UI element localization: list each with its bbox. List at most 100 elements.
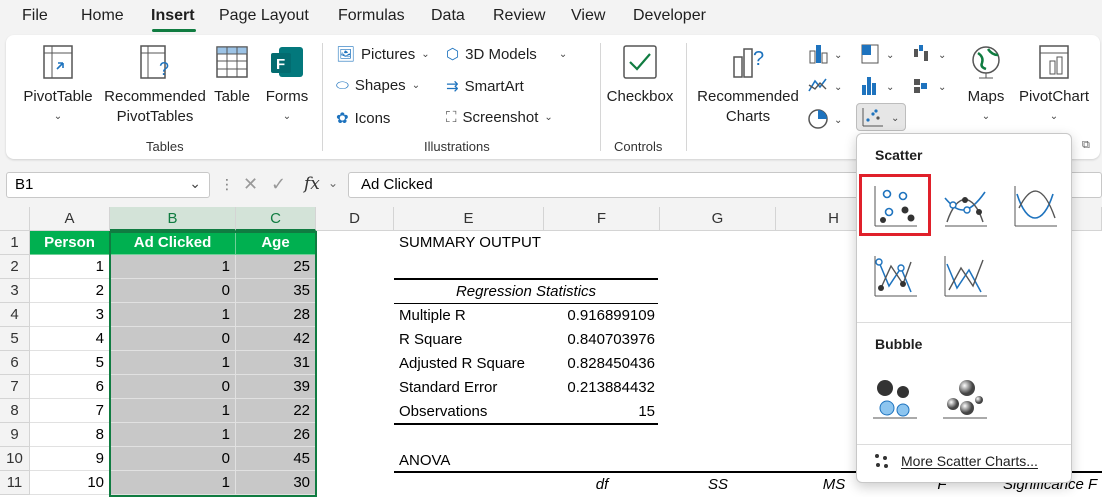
tab-review[interactable]: Review xyxy=(493,7,545,25)
tab-formulas[interactable]: Formulas xyxy=(338,7,405,25)
more-scatter-charts-link[interactable]: More Scatter Charts... xyxy=(873,452,1038,470)
row-header[interactable]: 11 xyxy=(0,471,30,495)
row-header[interactable]: 9 xyxy=(0,423,30,447)
table-cell[interactable]: 0 xyxy=(110,447,236,471)
hierarchy-chart-icon[interactable]: ⌄ xyxy=(858,43,898,65)
column-chart-icon[interactable]: ⌄ xyxy=(806,43,846,65)
table-cell[interactable]: 25 xyxy=(236,255,316,279)
table-cell[interactable]: 45 xyxy=(236,447,316,471)
scatter-straight-lines-icon[interactable] xyxy=(937,248,993,304)
stat-label[interactable]: R Square xyxy=(394,328,544,352)
column-header-e[interactable]: E xyxy=(394,207,544,231)
row-header[interactable]: 8 xyxy=(0,399,30,423)
row-header[interactable]: 7 xyxy=(0,375,30,399)
checkbox-button[interactable]: Checkbox xyxy=(606,43,674,107)
stat-label[interactable]: Adjusted R Square xyxy=(394,352,544,376)
table-cell[interactable]: 0 xyxy=(110,375,236,399)
column-header-g[interactable]: G xyxy=(660,207,776,231)
pivottable-button[interactable]: PivotTable ⌄ xyxy=(20,43,96,127)
table-cell[interactable]: 5 xyxy=(30,351,110,375)
recommended-charts-button[interactable]: ? Recommended Charts xyxy=(696,43,800,127)
bubble-chart-icon[interactable] xyxy=(867,370,923,426)
table-cell[interactable]: 35 xyxy=(236,279,316,303)
scatter-smooth-lines-icon[interactable] xyxy=(1007,178,1063,234)
stat-value[interactable]: 0.916899109 xyxy=(544,304,660,328)
enter-icon[interactable]: ✓ xyxy=(271,174,286,195)
table-cell[interactable]: 42 xyxy=(236,327,316,351)
table-cell[interactable]: 7 xyxy=(30,399,110,423)
recommended-pivottables-button[interactable]: ? Recommended PivotTables xyxy=(100,43,210,127)
name-box[interactable]: B1 ⌄ xyxy=(6,172,210,198)
anova-header[interactable]: df xyxy=(544,473,660,497)
stat-label[interactable]: Multiple R xyxy=(394,304,544,328)
table-cell[interactable]: 1 xyxy=(110,303,236,327)
anova-header[interactable]: SS xyxy=(660,473,776,497)
tab-view[interactable]: View xyxy=(571,7,605,25)
tab-page-layout[interactable]: Page Layout xyxy=(219,7,309,25)
stat-value[interactable]: 15 xyxy=(544,400,660,424)
more-options-icon[interactable]: ⋮ xyxy=(220,176,234,193)
stat-value[interactable]: 0.213884432 xyxy=(544,376,660,400)
insert-function-icon[interactable]: fx xyxy=(304,174,320,194)
shapes-button[interactable]: ⬭ Shapes ⌄ xyxy=(336,77,420,94)
table-cell[interactable]: 22 xyxy=(236,399,316,423)
table-cell[interactable]: 28 xyxy=(236,303,316,327)
dialog-launcher-icon[interactable]: ⧉ xyxy=(1082,139,1090,152)
table-cell[interactable]: 1 xyxy=(110,351,236,375)
cancel-icon[interactable]: ✕ xyxy=(243,174,258,195)
icons-button[interactable]: ✿ Icons xyxy=(336,109,390,128)
column-header-a[interactable]: A xyxy=(30,207,110,231)
stat-label[interactable]: Standard Error xyxy=(394,376,544,400)
maps-button[interactable]: Maps ⌄ xyxy=(960,43,1012,127)
table-cell[interactable]: 8 xyxy=(30,423,110,447)
tab-file[interactable]: File xyxy=(22,7,48,25)
stat-label[interactable]: Observations xyxy=(394,400,544,424)
table-cell[interactable]: 1 xyxy=(30,255,110,279)
row-header[interactable]: 4 xyxy=(0,303,30,327)
pie-chart-icon[interactable]: ⌄ xyxy=(806,107,846,131)
column-header-d[interactable]: D xyxy=(316,207,394,231)
select-all-corner[interactable] xyxy=(0,207,30,231)
table-cell[interactable]: 10 xyxy=(30,471,110,495)
table-header-cell[interactable]: Person xyxy=(30,231,110,255)
scatter-smooth-lines-markers-icon[interactable] xyxy=(937,178,993,234)
line-chart-icon[interactable]: ⌄ xyxy=(806,75,846,97)
table-cell[interactable]: 1 xyxy=(110,423,236,447)
table-cell[interactable]: 31 xyxy=(236,351,316,375)
3d-bubble-chart-icon[interactable] xyxy=(937,370,993,426)
row-header[interactable]: 6 xyxy=(0,351,30,375)
tab-developer[interactable]: Developer xyxy=(633,7,706,25)
tab-data[interactable]: Data xyxy=(431,7,465,25)
table-header-cell[interactable]: Ad Clicked xyxy=(110,231,236,255)
row-header[interactable]: 10 xyxy=(0,447,30,471)
table-cell[interactable]: 0 xyxy=(110,327,236,351)
table-cell[interactable]: 26 xyxy=(236,423,316,447)
table-cell[interactable]: 1 xyxy=(110,255,236,279)
row-header[interactable]: 3 xyxy=(0,279,30,303)
chevron-down-icon[interactable]: ⌄ xyxy=(189,175,201,192)
table-button[interactable]: Table xyxy=(210,43,254,107)
table-cell[interactable]: 9 xyxy=(30,447,110,471)
statistic-chart-icon[interactable]: ⌄ xyxy=(858,75,898,97)
column-header-b[interactable]: B xyxy=(110,207,236,231)
table-cell[interactable]: 30 xyxy=(236,471,316,495)
table-header-cell[interactable]: Age xyxy=(236,231,316,255)
row-header[interactable]: 5 xyxy=(0,327,30,351)
scatter-straight-lines-markers-icon[interactable] xyxy=(867,248,923,304)
regression-stats-title[interactable]: Regression Statistics xyxy=(394,280,658,304)
combo-chart-icon[interactable]: ⌄ xyxy=(910,75,950,97)
waterfall-chart-icon[interactable]: ⌄ xyxy=(910,43,950,65)
tab-home[interactable]: Home xyxy=(81,7,124,25)
table-cell[interactable]: 1 xyxy=(110,399,236,423)
table-cell[interactable]: 3 xyxy=(30,303,110,327)
pictures-button[interactable]: 🖼 Pictures ⌄ xyxy=(336,45,430,64)
table-cell[interactable]: 1 xyxy=(110,471,236,495)
anova-title[interactable]: ANOVA xyxy=(394,449,544,473)
stat-value[interactable]: 0.840703976 xyxy=(544,328,660,352)
column-header-f[interactable]: F xyxy=(544,207,660,231)
summary-title[interactable]: SUMMARY OUTPUT xyxy=(394,231,694,255)
scatter-markers-icon[interactable] xyxy=(867,178,923,234)
row-header[interactable]: 2 xyxy=(0,255,30,279)
table-cell[interactable]: 2 xyxy=(30,279,110,303)
table-cell[interactable]: 4 xyxy=(30,327,110,351)
